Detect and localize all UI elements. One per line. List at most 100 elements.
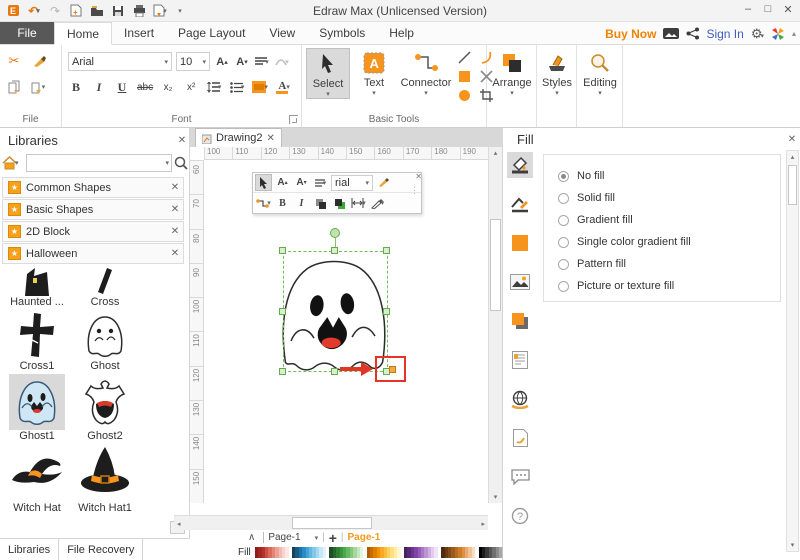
subscript-button[interactable]: x₂ (160, 79, 176, 95)
fill-scroll-up-icon[interactable]: ▴ (787, 153, 798, 161)
comment-icon[interactable] (507, 464, 533, 490)
selection-handle-s[interactable] (331, 368, 338, 375)
fill-option-single-color-gradient-fill[interactable]: Single color gradient fill (558, 231, 780, 253)
export-button[interactable]: ▾ (151, 3, 169, 19)
selection-handle-w[interactable] (279, 308, 286, 315)
styles-button[interactable]: Styles ▾ (535, 48, 579, 97)
maximize-button[interactable]: □ (758, 0, 778, 18)
paste-icon[interactable]: ▾ (30, 79, 46, 95)
shape-cross[interactable]: Cross (74, 266, 136, 310)
libraries-close-icon[interactable]: ✕ (174, 135, 190, 146)
mini-font-combo[interactable]: rial ▾ (331, 174, 373, 191)
radio-icon[interactable] (558, 170, 569, 182)
tab-page-layout[interactable]: Page Layout (166, 22, 257, 44)
shape-witch-hat[interactable]: Witch Hat (6, 442, 68, 520)
mini-select-icon[interactable] (255, 174, 272, 191)
text-tool-button[interactable]: A Text ▾ (352, 48, 396, 97)
drawing-tab-close-icon[interactable]: ✕ (266, 133, 274, 144)
fill-bucket-icon[interactable] (507, 152, 533, 178)
radio-icon[interactable] (558, 192, 569, 204)
tab-symbols[interactable]: Symbols (307, 22, 377, 44)
shadow-icon[interactable] (507, 308, 533, 334)
cut-icon[interactable]: ✂ (6, 53, 22, 69)
selection-handle-n[interactable] (331, 247, 338, 254)
redo-button[interactable]: ↷ (46, 3, 64, 19)
tab-view[interactable]: View (257, 22, 307, 44)
fill-scroll-down-icon[interactable]: ▾ (787, 541, 798, 549)
brand-pinwheel-icon[interactable] (771, 27, 785, 41)
mini-connector-icon[interactable]: ▾ (255, 195, 272, 212)
line-tool-icon[interactable] (458, 51, 472, 64)
close-button[interactable]: ✕ (778, 0, 798, 18)
page-properties-icon[interactable] (507, 347, 533, 373)
mini-italic-button[interactable]: I (293, 195, 310, 212)
strikethrough-button[interactable]: abc (137, 79, 153, 95)
vertical-scroll-thumb[interactable] (490, 219, 501, 311)
library-section-bar[interactable]: ★ Common Shapes ✕ (2, 177, 184, 198)
undo-button[interactable]: ↶ ▾ (25, 3, 43, 19)
shape-haunted-house[interactable]: Haunted ... (6, 266, 68, 310)
library-section-close-icon[interactable]: ✕ (167, 248, 183, 259)
mini-bold-button[interactable]: B (274, 195, 291, 212)
add-page-button[interactable]: + (329, 530, 337, 546)
library-section-close-icon[interactable]: ✕ (167, 226, 183, 237)
line-spacing-button[interactable]: ▾ (206, 79, 222, 95)
mini-grow-font-button[interactable]: A ▴ (274, 174, 291, 191)
help-icon[interactable]: ? (507, 503, 533, 529)
font-size-combo[interactable]: 10 ▾ (176, 52, 210, 71)
ellipse-tool-icon[interactable] (458, 89, 472, 102)
shape-witch-hat1[interactable]: Witch Hat1 (74, 442, 136, 520)
radio-icon[interactable] (558, 280, 569, 292)
text-highlight-button[interactable]: ▾ (252, 79, 268, 95)
save-button[interactable] (109, 3, 127, 19)
rotation-handle[interactable] (330, 228, 340, 238)
fill-option-solid-fill[interactable]: Solid fill (558, 187, 780, 209)
screenshot-icon[interactable] (663, 27, 680, 40)
fill-option-pattern-fill[interactable]: Pattern fill (558, 253, 780, 275)
library-section-bar[interactable]: ★ Basic Shapes ✕ (2, 199, 184, 220)
library-section-close-icon[interactable]: ✕ (167, 182, 183, 193)
vertical-scrollbar[interactable]: ▴ ▾ (488, 147, 502, 503)
library-section-bar[interactable]: ★ Halloween ✕ (2, 243, 184, 264)
library-search-input[interactable]: ▾ (26, 154, 172, 172)
mini-pen-icon[interactable]: ▾ (369, 195, 386, 212)
minimize-button[interactable]: – (738, 0, 758, 18)
font-name-combo[interactable]: Arial ▾ (68, 52, 172, 71)
radio-icon[interactable] (558, 214, 569, 226)
settings-gear-icon[interactable]: ⚙▾ (751, 26, 764, 42)
fill-option-picture-or-texture-fill[interactable]: Picture or texture fill (558, 275, 780, 297)
bullets-button[interactable]: ▾ (229, 79, 245, 95)
mini-format-painter-icon[interactable] (375, 174, 392, 191)
tab-file-recovery[interactable]: File Recovery (59, 539, 144, 560)
scroll-left-icon[interactable]: ◂ (177, 520, 181, 528)
text-arc-button[interactable]: ▾ (274, 54, 290, 70)
library-section-bar[interactable]: ★ 2D Block ✕ (2, 221, 184, 242)
page-dropdown-icon[interactable]: ▾ (315, 534, 319, 542)
select-tool-button[interactable]: Select ▾ (306, 48, 350, 99)
selection-handle-e[interactable] (383, 308, 390, 315)
arrange-button[interactable]: Arrange ▾ (490, 48, 534, 97)
horizontal-scroll-thumb[interactable] (292, 517, 372, 529)
connector-tool-button[interactable]: Connector ▾ (398, 48, 454, 97)
mini-toolbar-close-icon[interactable]: ✕ (415, 172, 422, 181)
shape-ghost1[interactable]: Ghost1 (6, 374, 68, 442)
editing-button[interactable]: Editing ▾ (578, 48, 622, 97)
line-style-icon[interactable] (507, 191, 533, 217)
search-icon[interactable] (174, 156, 188, 170)
font-dialog-launcher[interactable] (289, 115, 298, 124)
shape-cross1[interactable]: Cross1 (6, 310, 68, 374)
underline-button[interactable]: U (114, 79, 130, 95)
mini-align-button[interactable]: ▾ (312, 174, 329, 191)
grow-font-button[interactable]: A ▴ (214, 54, 230, 70)
pages-collapse-icon[interactable]: ∧ (248, 532, 255, 543)
mini-shrink-font-button[interactable]: A ▾ (293, 174, 310, 191)
format-painter-icon[interactable] (32, 53, 48, 69)
selection-handle-sw[interactable] (279, 368, 286, 375)
mini-send-backward-icon[interactable] (331, 195, 348, 212)
tab-help[interactable]: Help (377, 22, 426, 44)
library-section-close-icon[interactable]: ✕ (167, 204, 183, 215)
attachment-icon[interactable] (507, 425, 533, 451)
copy-icon[interactable] (6, 79, 22, 95)
rectangle-tool-icon[interactable] (458, 70, 472, 83)
picture-icon[interactable] (507, 269, 533, 295)
